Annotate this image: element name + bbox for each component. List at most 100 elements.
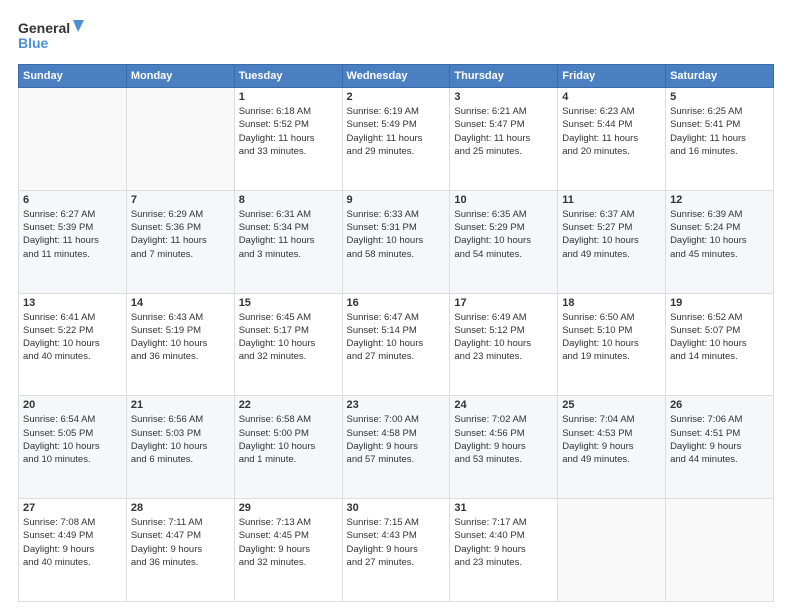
day-info: Sunrise: 6:45 AM Sunset: 5:17 PM Dayligh… (239, 311, 338, 364)
day-info: Sunrise: 7:00 AM Sunset: 4:58 PM Dayligh… (347, 413, 446, 466)
calendar-day-cell: 15 Sunrise: 6:45 AM Sunset: 5:17 PM Dayli… (234, 293, 342, 396)
day-info: Sunrise: 6:58 AM Sunset: 5:00 PM Dayligh… (239, 413, 338, 466)
calendar-day-cell: 29 Sunrise: 7:13 AM Sunset: 4:45 PM Dayli… (234, 499, 342, 602)
calendar-day-cell: 12 Sunrise: 6:39 AM Sunset: 5:24 PM Dayli… (666, 190, 774, 293)
day-info: Sunrise: 6:43 AM Sunset: 5:19 PM Dayligh… (131, 311, 230, 364)
day-number: 16 (347, 297, 446, 309)
logo-svg: GeneralBlue (18, 18, 88, 54)
calendar-day-cell (558, 499, 666, 602)
day-number: 22 (239, 399, 338, 411)
day-number: 31 (454, 502, 553, 514)
calendar-day-cell: 4Sunrise: 6:23 AM Sunset: 5:44 PM Daylig… (558, 88, 666, 191)
day-number: 29 (239, 502, 338, 514)
day-info: Sunrise: 6:52 AM Sunset: 5:07 PM Dayligh… (670, 311, 769, 364)
calendar-day-cell: 22 Sunrise: 6:58 AM Sunset: 5:00 PM Dayli… (234, 396, 342, 499)
weekday-header-saturday: Saturday (666, 65, 774, 88)
calendar-day-cell: 30 Sunrise: 7:15 AM Sunset: 4:43 PM Dayli… (342, 499, 450, 602)
day-info: Sunrise: 6:41 AM Sunset: 5:22 PM Dayligh… (23, 311, 122, 364)
calendar-day-cell: 24 Sunrise: 7:02 AM Sunset: 4:56 PM Dayli… (450, 396, 558, 499)
day-info: Sunrise: 7:04 AM Sunset: 4:53 PM Dayligh… (562, 413, 661, 466)
day-info: Sunrise: 6:37 AM Sunset: 5:27 PM Dayligh… (562, 208, 661, 261)
day-info: Sunrise: 6:27 AM Sunset: 5:39 PM Dayligh… (23, 208, 122, 261)
day-number: 19 (670, 297, 769, 309)
day-info: Sunrise: 6:47 AM Sunset: 5:14 PM Dayligh… (347, 311, 446, 364)
logo: GeneralBlue (18, 18, 88, 54)
calendar-week-row: 20Sunrise: 6:54 AM Sunset: 5:05 PM Dayli… (19, 396, 774, 499)
weekday-header-sunday: Sunday (19, 65, 127, 88)
weekday-header-row: SundayMondayTuesdayWednesdayThursdayFrid… (19, 65, 774, 88)
day-number: 7 (131, 194, 230, 206)
day-info: Sunrise: 6:50 AM Sunset: 5:10 PM Dayligh… (562, 311, 661, 364)
svg-text:General: General (18, 20, 70, 36)
day-number: 2 (347, 91, 446, 103)
day-number: 11 (562, 194, 661, 206)
calendar-day-cell (126, 88, 234, 191)
calendar-day-cell: 25Sunrise: 7:04 AM Sunset: 4:53 PM Dayli… (558, 396, 666, 499)
calendar-day-cell: 10 Sunrise: 6:35 AM Sunset: 5:29 PM Dayli… (450, 190, 558, 293)
day-info: Sunrise: 6:35 AM Sunset: 5:29 PM Dayligh… (454, 208, 553, 261)
day-number: 18 (562, 297, 661, 309)
day-number: 4 (562, 91, 661, 103)
calendar-day-cell: 31 Sunrise: 7:17 AM Sunset: 4:40 PM Dayli… (450, 499, 558, 602)
calendar-day-cell: 19 Sunrise: 6:52 AM Sunset: 5:07 PM Dayli… (666, 293, 774, 396)
calendar-day-cell: 9Sunrise: 6:33 AM Sunset: 5:31 PM Daylig… (342, 190, 450, 293)
calendar-day-cell: 13 Sunrise: 6:41 AM Sunset: 5:22 PM Dayli… (19, 293, 127, 396)
calendar-day-cell: 20Sunrise: 6:54 AM Sunset: 5:05 PM Dayli… (19, 396, 127, 499)
day-info: Sunrise: 6:21 AM Sunset: 5:47 PM Dayligh… (454, 105, 553, 158)
day-number: 27 (23, 502, 122, 514)
day-number: 14 (131, 297, 230, 309)
day-info: Sunrise: 6:29 AM Sunset: 5:36 PM Dayligh… (131, 208, 230, 261)
calendar-week-row: 6 Sunrise: 6:27 AM Sunset: 5:39 PM Daylig… (19, 190, 774, 293)
weekday-header-thursday: Thursday (450, 65, 558, 88)
calendar-day-cell: 7 Sunrise: 6:29 AM Sunset: 5:36 PM Daylig… (126, 190, 234, 293)
calendar-day-cell: 6 Sunrise: 6:27 AM Sunset: 5:39 PM Daylig… (19, 190, 127, 293)
weekday-header-tuesday: Tuesday (234, 65, 342, 88)
calendar-day-cell: 21 Sunrise: 6:56 AM Sunset: 5:03 PM Dayli… (126, 396, 234, 499)
day-number: 6 (23, 194, 122, 206)
day-info: Sunrise: 6:56 AM Sunset: 5:03 PM Dayligh… (131, 413, 230, 466)
day-info: Sunrise: 7:11 AM Sunset: 4:47 PM Dayligh… (131, 516, 230, 569)
calendar-day-cell: 17Sunrise: 6:49 AM Sunset: 5:12 PM Dayli… (450, 293, 558, 396)
calendar-day-cell: 14 Sunrise: 6:43 AM Sunset: 5:19 PM Dayli… (126, 293, 234, 396)
calendar-table: SundayMondayTuesdayWednesdayThursdayFrid… (18, 64, 774, 602)
page-header: GeneralBlue (18, 18, 774, 54)
day-info: Sunrise: 6:49 AM Sunset: 5:12 PM Dayligh… (454, 311, 553, 364)
day-info: Sunrise: 6:54 AM Sunset: 5:05 PM Dayligh… (23, 413, 122, 466)
calendar-day-cell: 5 Sunrise: 6:25 AM Sunset: 5:41 PM Daylig… (666, 88, 774, 191)
calendar-day-cell: 26 Sunrise: 7:06 AM Sunset: 4:51 PM Dayli… (666, 396, 774, 499)
calendar-day-cell: 8Sunrise: 6:31 AM Sunset: 5:34 PM Daylig… (234, 190, 342, 293)
day-info: Sunrise: 6:25 AM Sunset: 5:41 PM Dayligh… (670, 105, 769, 158)
day-number: 15 (239, 297, 338, 309)
day-number: 12 (670, 194, 769, 206)
calendar-day-cell (666, 499, 774, 602)
day-info: Sunrise: 6:39 AM Sunset: 5:24 PM Dayligh… (670, 208, 769, 261)
day-info: Sunrise: 7:08 AM Sunset: 4:49 PM Dayligh… (23, 516, 122, 569)
day-number: 26 (670, 399, 769, 411)
day-number: 23 (347, 399, 446, 411)
calendar-day-cell: 23 Sunrise: 7:00 AM Sunset: 4:58 PM Dayli… (342, 396, 450, 499)
svg-text:Blue: Blue (18, 35, 49, 51)
day-number: 28 (131, 502, 230, 514)
calendar-day-cell (19, 88, 127, 191)
calendar-day-cell: 27 Sunrise: 7:08 AM Sunset: 4:49 PM Dayli… (19, 499, 127, 602)
day-info: Sunrise: 7:02 AM Sunset: 4:56 PM Dayligh… (454, 413, 553, 466)
weekday-header-wednesday: Wednesday (342, 65, 450, 88)
calendar-day-cell: 1Sunrise: 6:18 AM Sunset: 5:52 PM Daylig… (234, 88, 342, 191)
day-info: Sunrise: 7:06 AM Sunset: 4:51 PM Dayligh… (670, 413, 769, 466)
day-number: 24 (454, 399, 553, 411)
day-number: 13 (23, 297, 122, 309)
calendar-day-cell: 11 Sunrise: 6:37 AM Sunset: 5:27 PM Dayli… (558, 190, 666, 293)
calendar-day-cell: 2Sunrise: 6:19 AM Sunset: 5:49 PM Daylig… (342, 88, 450, 191)
day-number: 21 (131, 399, 230, 411)
day-number: 10 (454, 194, 553, 206)
day-number: 1 (239, 91, 338, 103)
calendar-day-cell: 28 Sunrise: 7:11 AM Sunset: 4:47 PM Dayli… (126, 499, 234, 602)
day-info: Sunrise: 7:15 AM Sunset: 4:43 PM Dayligh… (347, 516, 446, 569)
day-info: Sunrise: 6:31 AM Sunset: 5:34 PM Dayligh… (239, 208, 338, 261)
day-number: 30 (347, 502, 446, 514)
day-number: 5 (670, 91, 769, 103)
day-info: Sunrise: 7:17 AM Sunset: 4:40 PM Dayligh… (454, 516, 553, 569)
day-info: Sunrise: 7:13 AM Sunset: 4:45 PM Dayligh… (239, 516, 338, 569)
calendar-week-row: 27 Sunrise: 7:08 AM Sunset: 4:49 PM Dayli… (19, 499, 774, 602)
calendar-week-row: 1Sunrise: 6:18 AM Sunset: 5:52 PM Daylig… (19, 88, 774, 191)
